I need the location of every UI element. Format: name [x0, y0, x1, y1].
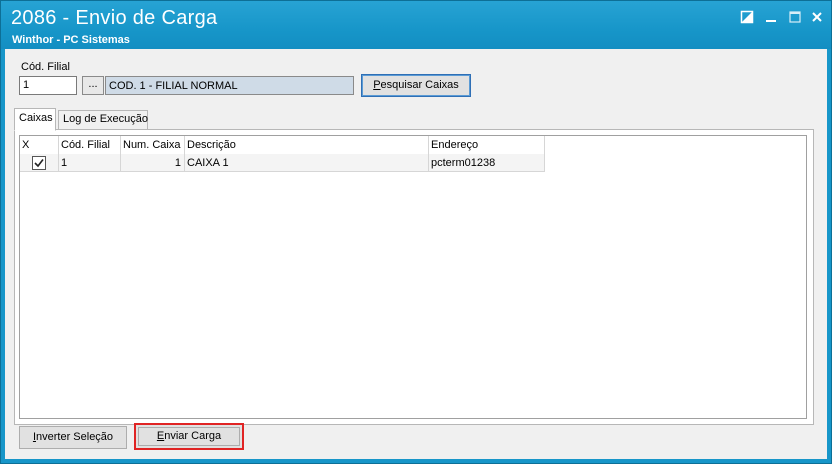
column-header-descricao[interactable]: Descrição [185, 136, 429, 154]
grid-header: X Cód. Filial Num. Caixa Descrição Ender… [20, 136, 545, 154]
send-load-button-face[interactable]: Enviar Carga [138, 427, 240, 446]
column-header-endereco[interactable]: Endereço [429, 136, 545, 154]
send-load-label: nviar Carga [164, 430, 222, 442]
invert-selection-button[interactable]: Inverter Seleção [19, 426, 127, 449]
app-window: 2086 - Envio de Carga Winthor - PC Siste… [0, 0, 832, 464]
search-boxes-button[interactable]: Pesquisar Caixas [361, 74, 471, 97]
title-bar[interactable]: 2086 - Envio de Carga Winthor - PC Siste… [1, 1, 831, 49]
maximize-icon[interactable] [787, 9, 803, 25]
send-load-button[interactable]: Enviar Carga [134, 423, 244, 450]
table-row[interactable]: 1 1 CAIXA 1 pcterm01238 [20, 154, 545, 172]
column-header-x[interactable]: X [20, 136, 59, 154]
row-select-cell[interactable] [20, 154, 59, 172]
filial-description-field: COD. 1 - FILIAL NORMAL [105, 76, 354, 95]
filial-input[interactable]: 1 [19, 76, 77, 95]
filial-lookup-button[interactable]: ... [82, 76, 104, 95]
tab-log-execucao[interactable]: Log de Execução [58, 110, 148, 130]
cell-filial: 1 [59, 154, 121, 172]
checkbox-checked-icon[interactable] [32, 156, 46, 170]
column-header-num-caixa[interactable]: Num. Caixa [121, 136, 185, 154]
search-boxes-button-label: esquisar Caixas [380, 79, 459, 91]
window-title: 2086 - Envio de Carga [11, 7, 218, 29]
search-boxes-button-hotkey: P [373, 79, 381, 91]
minimize-icon[interactable] [763, 9, 779, 25]
cell-descricao: CAIXA 1 [185, 154, 429, 172]
restore-icon[interactable] [739, 9, 755, 25]
invert-selection-label: nverter Seleção [36, 431, 114, 443]
column-header-filial[interactable]: Cód. Filial [59, 136, 121, 154]
filial-label: Cód. Filial [21, 61, 70, 73]
boxes-grid[interactable]: X Cód. Filial Num. Caixa Descrição Ender… [19, 135, 807, 419]
cell-endereco: pcterm01238 [429, 154, 545, 172]
tab-caixas[interactable]: Caixas [14, 108, 56, 131]
window-subtitle: Winthor - PC Sistemas [12, 34, 130, 46]
cell-num-caixa: 1 [121, 154, 185, 172]
close-icon[interactable] [809, 9, 825, 25]
